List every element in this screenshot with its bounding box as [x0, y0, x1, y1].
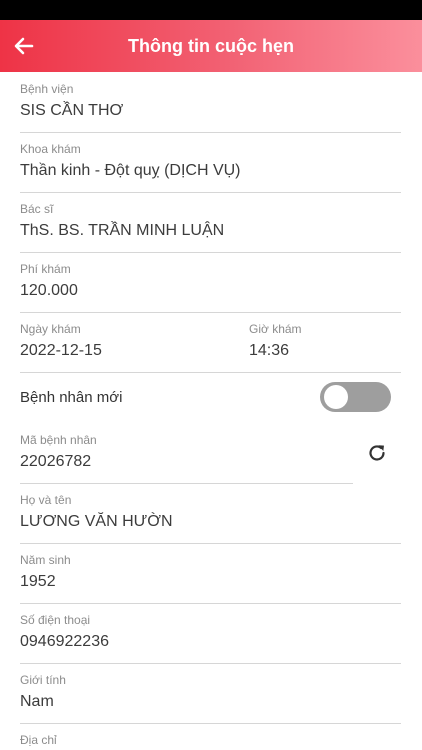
- gender-value: Nam: [20, 693, 54, 710]
- hospital-field[interactable]: Bệnh viện SIS CẦN THƠ: [20, 82, 401, 133]
- date-field[interactable]: Ngày khám 2022-12-15: [20, 322, 220, 372]
- phone-label: Số điện thoại: [20, 613, 91, 627]
- department-value: Thần kinh - Đột quỵ (DỊCH VỤ): [20, 162, 241, 179]
- hospital-label: Bệnh viện: [20, 82, 74, 96]
- time-label: Giờ khám: [249, 322, 302, 336]
- fee-label: Phí khám: [20, 262, 71, 276]
- status-bar: [0, 0, 422, 20]
- doctor-field[interactable]: Bác sĩ ThS. BS. TRẦN MINH LUẬN: [20, 202, 401, 253]
- patient-id-field[interactable]: Mã bệnh nhân 22026782: [20, 433, 353, 484]
- page-title: Thông tin cuộc hẹn: [128, 36, 294, 56]
- fee-field: Phí khám 120.000: [20, 262, 401, 313]
- department-field[interactable]: Khoa khám Thần kinh - Đột quỵ (DỊCH VỤ): [20, 142, 401, 193]
- birth-year-value: 1952: [20, 573, 56, 590]
- date-label: Ngày khám: [20, 322, 81, 336]
- phone-field[interactable]: Số điện thoại 0946922236: [20, 613, 401, 664]
- patient-id-label: Mã bệnh nhân: [20, 433, 97, 447]
- birth-year-label: Năm sinh: [20, 553, 71, 567]
- new-patient-label: Bệnh nhân mới: [20, 389, 123, 406]
- gender-field[interactable]: Giới tính Nam: [20, 673, 401, 724]
- department-label: Khoa khám: [20, 142, 81, 156]
- full-name-label: Họ và tên: [20, 493, 72, 507]
- date-value: 2022-12-15: [20, 342, 102, 359]
- time-value: 14:36: [249, 342, 290, 359]
- refresh-icon: [369, 445, 385, 461]
- header-bar: Thông tin cuộc hẹn: [0, 20, 422, 72]
- gender-label: Giới tính: [20, 673, 66, 687]
- address-label: Địa chỉ: [20, 733, 57, 747]
- hospital-value: SIS CẦN THƠ: [20, 102, 124, 119]
- toggle-knob: [324, 385, 348, 409]
- full-name-field[interactable]: Họ và tên LƯƠNG VĂN HƯỜN: [20, 493, 401, 544]
- phone-value: 0946922236: [20, 633, 109, 650]
- doctor-label: Bác sĩ: [20, 202, 54, 216]
- patient-id-value: 22026782: [20, 453, 92, 470]
- date-time-row: Ngày khám 2022-12-15 Giờ khám 14:36: [20, 322, 401, 373]
- time-field[interactable]: Giờ khám 14:36: [249, 322, 399, 372]
- address-field[interactable]: Địa chỉ: [20, 733, 401, 750]
- new-patient-toggle[interactable]: [320, 382, 391, 412]
- fee-value: 120.000: [20, 282, 78, 299]
- doctor-value: ThS. BS. TRẦN MINH LUẬN: [20, 222, 225, 239]
- refresh-button[interactable]: [366, 442, 388, 464]
- birth-year-field[interactable]: Năm sinh 1952: [20, 553, 401, 604]
- full-name-value: LƯƠNG VĂN HƯỜN: [20, 513, 173, 530]
